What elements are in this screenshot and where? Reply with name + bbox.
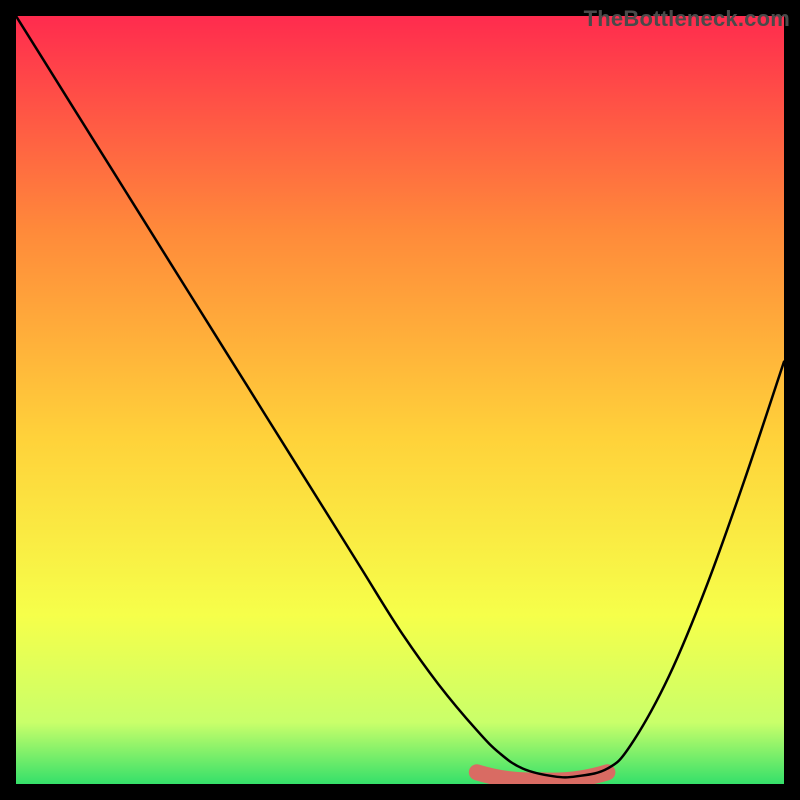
gradient-background bbox=[16, 16, 784, 784]
chart-svg bbox=[16, 16, 784, 784]
chart-plot bbox=[16, 16, 784, 784]
watermark-label: TheBottleneck.com bbox=[584, 6, 790, 32]
chart-frame: TheBottleneck.com bbox=[0, 0, 800, 800]
